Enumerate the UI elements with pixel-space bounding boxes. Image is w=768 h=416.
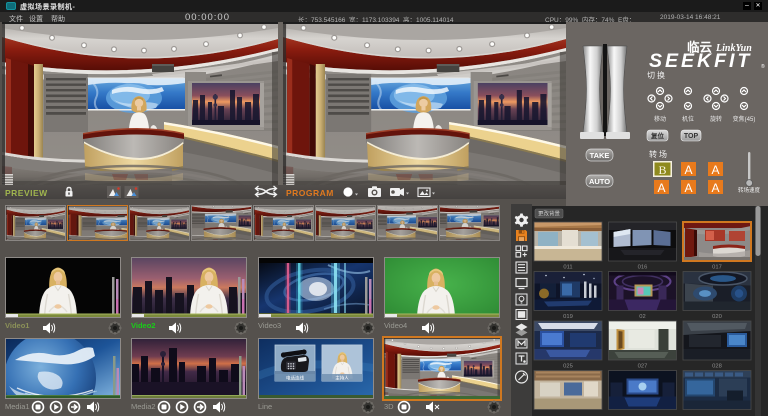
- svg-text:变焦(45): 变焦(45): [733, 115, 756, 123]
- svg-text:电话连线: 电话连线: [286, 375, 304, 382]
- svg-text:027: 027: [638, 364, 648, 370]
- svg-text:SEEKFIT: SEEKFIT: [649, 50, 752, 72]
- svg-text:016: 016: [638, 265, 648, 271]
- svg-text:旋转: 旋转: [710, 115, 722, 123]
- svg-text:A: A: [684, 181, 692, 195]
- svg-text:011: 011: [563, 265, 572, 271]
- svg-text:机位: 机位: [682, 115, 694, 123]
- svg-text:020: 020: [712, 314, 722, 320]
- svg-text:025: 025: [563, 364, 573, 370]
- svg-text:移动: 移动: [654, 115, 666, 123]
- svg-text:复位: 复位: [650, 131, 665, 140]
- svg-text:017: 017: [712, 265, 722, 271]
- svg-text:028: 028: [712, 364, 722, 370]
- svg-text:切换: 切换: [647, 70, 667, 80]
- svg-text:02: 02: [639, 314, 645, 320]
- svg-text:A: A: [711, 163, 719, 177]
- svg-text:更改背景: 更改背景: [538, 210, 561, 218]
- svg-text:A: A: [711, 181, 719, 195]
- svg-text:019: 019: [563, 314, 573, 320]
- svg-text:TAKE: TAKE: [590, 151, 610, 160]
- svg-text:转场速度: 转场速度: [738, 186, 761, 194]
- svg-text:A: A: [657, 181, 665, 195]
- svg-text:B: B: [658, 163, 666, 177]
- svg-text:转场: 转场: [649, 149, 669, 159]
- svg-text:A: A: [684, 163, 692, 177]
- svg-text:TOP: TOP: [684, 133, 699, 140]
- svg-text:®: ®: [761, 63, 765, 70]
- svg-text:AUTO: AUTO: [589, 177, 610, 186]
- svg-text:主持人: 主持人: [335, 375, 349, 382]
